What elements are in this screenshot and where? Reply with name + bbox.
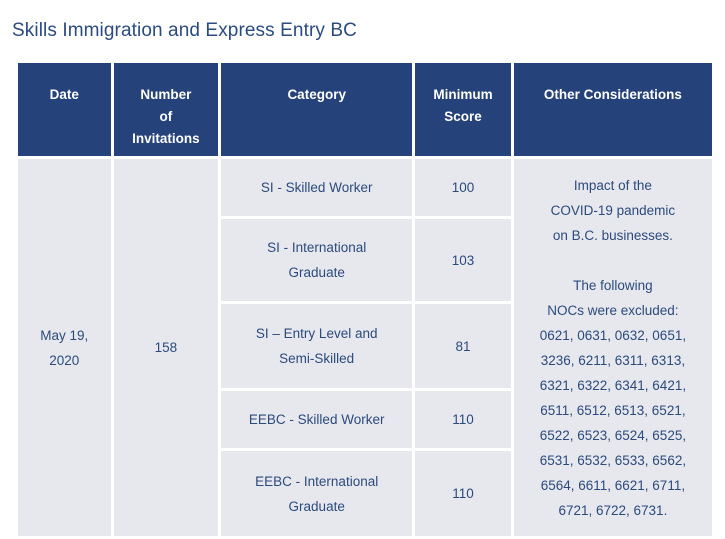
cell-category: EEBC - International Graduate xyxy=(221,451,413,536)
cell-category-line-1: SI - Skilled Worker xyxy=(260,180,373,195)
cell-minimum-score: 103 xyxy=(415,219,511,301)
other-noc-line-1: 0621, 0631, 0632, 0651, xyxy=(539,327,687,343)
other-noc-line-4: 6511, 6512, 6513, 6521, xyxy=(540,402,686,418)
cell-category-line-1: SI - International xyxy=(267,240,367,255)
table-header: Date Number of Invitations Category Mini… xyxy=(18,63,712,156)
cell-category-line-2: Semi-Skilled xyxy=(279,351,355,366)
other-p2-line-1: The following xyxy=(573,277,653,293)
column-header-other-considerations: Other Considerations xyxy=(513,63,712,156)
column-header-other-line-1: Other Considerations xyxy=(543,87,682,102)
cell-category-line-1: EEBC - International xyxy=(255,473,379,489)
column-header-date: Date xyxy=(18,63,111,156)
column-header-category-line-1: Category xyxy=(287,87,346,102)
other-noc-line-3: 6321, 6322, 6341, 6421, xyxy=(539,377,687,393)
other-noc-line-2: 3236, 6211, 6311, 6313, xyxy=(540,352,686,368)
column-header-invitations-line-2: of xyxy=(159,109,173,124)
other-p1-line-3: on B.C. businesses. xyxy=(552,227,673,243)
cell-category-line-1: EEBC - Skilled Worker xyxy=(248,412,385,427)
column-header-number-of-invitations: Number of Invitations xyxy=(113,63,219,156)
cell-number-of-invitations: 158 xyxy=(113,159,219,536)
cell-category: EEBC - Skilled Worker xyxy=(221,391,413,448)
cell-category-line-2: Graduate xyxy=(288,265,345,280)
cell-minimum-score: 110 xyxy=(415,391,511,448)
cell-category: SI - International Graduate xyxy=(221,219,413,301)
cell-minimum-score: 81 xyxy=(415,304,511,388)
other-p2-line-2: NOCs were excluded: xyxy=(547,302,679,318)
cell-other-considerations: Impact of the COVID-19 pandemic on B.C. … xyxy=(513,159,712,536)
column-header-invitations-line-1: Number xyxy=(140,87,192,102)
other-paragraph-spacer xyxy=(514,248,712,273)
column-header-category: Category xyxy=(221,63,413,156)
cell-category: SI – Entry Level and Semi-Skilled xyxy=(221,304,413,388)
column-header-score-line-1: Minimum xyxy=(433,87,493,102)
page-title: Skills Immigration and Express Entry BC xyxy=(12,19,357,41)
column-header-minimum-score: Minimum Score xyxy=(415,63,511,156)
table-body: May 19, 2020 158 SI - Skilled Worker 100… xyxy=(18,159,712,536)
cell-minimum-score: 110 xyxy=(415,451,511,536)
other-noc-line-6: 6531, 6532, 6533, 6562, xyxy=(539,452,687,468)
table-header-row: Date Number of Invitations Category Mini… xyxy=(18,63,712,156)
other-p1-line-2: COVID-19 pandemic xyxy=(550,202,676,218)
cell-category-line-1: SI – Entry Level and xyxy=(255,326,378,341)
other-noc-line-5: 6522, 6523, 6524, 6525, xyxy=(539,427,687,443)
column-header-score-line-2: Score xyxy=(444,109,482,124)
cell-date: May 19, 2020 xyxy=(18,159,111,536)
skills-immigration-draw-table: Date Number of Invitations Category Mini… xyxy=(15,60,715,539)
other-p1-line-1: Impact of the xyxy=(573,177,652,193)
cell-date-line-1: May 19, xyxy=(40,327,89,343)
other-noc-line-8: 6721, 6722, 6731. xyxy=(558,502,668,518)
table-row: May 19, 2020 158 SI - Skilled Worker 100… xyxy=(18,159,712,536)
cell-category: SI - Skilled Worker xyxy=(221,159,413,216)
cell-category-line-2: Graduate xyxy=(288,498,345,514)
cell-date-line-2: 2020 xyxy=(49,352,80,368)
column-header-date-line-1: Date xyxy=(49,87,79,102)
column-header-invitations-line-3: Invitations xyxy=(132,131,200,146)
cell-minimum-score: 100 xyxy=(415,159,511,216)
other-noc-line-7: 6564, 6611, 6621, 6711, xyxy=(540,477,686,493)
